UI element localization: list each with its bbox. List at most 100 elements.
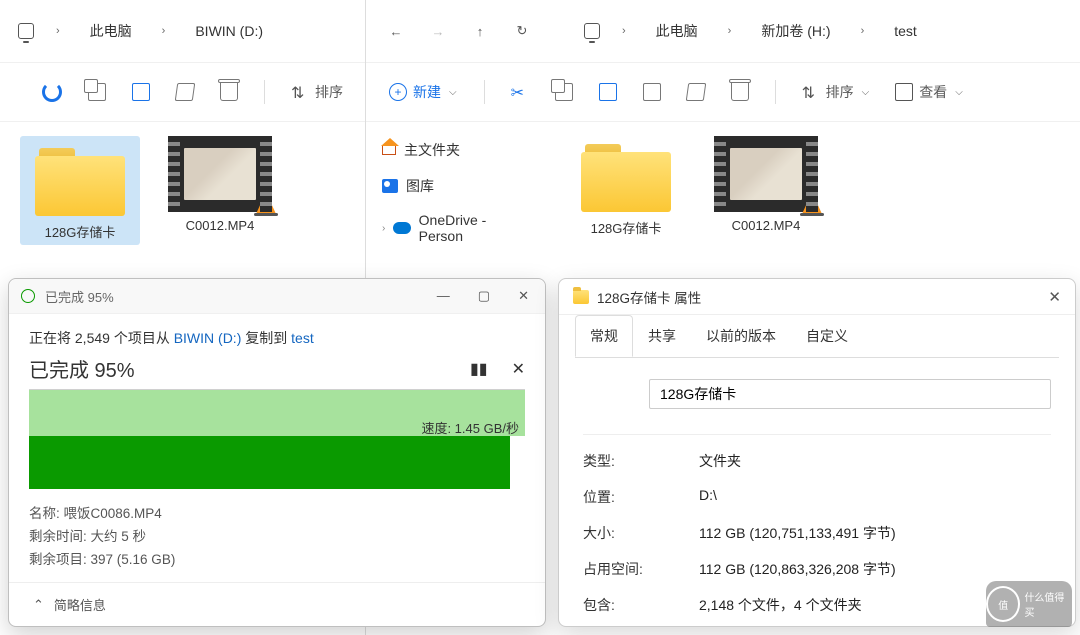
folder-item[interactable]: 128G存储卡 bbox=[20, 136, 140, 245]
back-button[interactable]: ← bbox=[384, 19, 408, 43]
file-pane: 主文件夹 图库 ›OneDrive - Person 128G存储卡 C0012… bbox=[366, 122, 1080, 262]
close-button[interactable]: ✕ bbox=[518, 288, 529, 304]
chevron-right-icon: › bbox=[857, 25, 869, 37]
details-toggle[interactable]: ⌃ 简略信息 bbox=[9, 582, 545, 626]
properties-dialog: 128G存储卡 属性 ✕ 常规 共享 以前的版本 自定义 类型:文件夹 位置:D… bbox=[558, 278, 1076, 627]
folder-icon bbox=[581, 136, 671, 212]
folder-name-input[interactable] bbox=[649, 379, 1051, 409]
value-ondisk: 112 GB (120,863,326,208 字节) bbox=[699, 559, 896, 579]
properties-body: 类型:文件夹 位置:D:\ 大小:112 GB (120,751,133,491… bbox=[575, 357, 1059, 623]
label-size: 大小: bbox=[583, 523, 699, 543]
view-button[interactable]: 查看⌵ bbox=[895, 82, 963, 102]
folder-icon bbox=[35, 140, 125, 216]
tab-general[interactable]: 常规 bbox=[575, 315, 633, 357]
breadcrumb-bar: › 此电脑 › BIWIN (D:) bbox=[0, 0, 365, 62]
sort-button[interactable]: 排序 bbox=[291, 82, 343, 102]
label-location: 位置: bbox=[583, 487, 699, 507]
dialog-titlebar[interactable]: 已完成 95% — ▢ ✕ bbox=[9, 279, 545, 314]
up-button[interactable]: ↑ bbox=[468, 19, 492, 43]
tab-bar: 常规 共享 以前的版本 自定义 bbox=[559, 315, 1075, 357]
minimize-button[interactable]: — bbox=[437, 288, 450, 304]
percent-complete: 已完成 95% bbox=[29, 354, 135, 383]
dest-link[interactable]: test bbox=[291, 330, 314, 346]
chevron-right-icon: › bbox=[52, 25, 64, 37]
nav-gallery[interactable]: 图库 bbox=[370, 168, 542, 204]
share-icon[interactable] bbox=[175, 83, 196, 101]
delete-icon[interactable] bbox=[220, 83, 238, 101]
dialog-title: 已完成 95% bbox=[45, 287, 114, 306]
breadcrumb-volume[interactable]: 新加卷 (H:) bbox=[753, 17, 838, 45]
forward-button[interactable]: → bbox=[426, 19, 450, 43]
value-contains: 2,148 个文件，4 个文件夹 bbox=[699, 595, 862, 615]
paste-icon[interactable] bbox=[599, 83, 617, 101]
separator bbox=[484, 80, 485, 104]
file-grid: 128G存储卡 C0012.MP4 bbox=[0, 122, 365, 259]
toolbar: 排序 bbox=[0, 62, 365, 122]
dialog-title: 128G存储卡 属性 bbox=[597, 287, 701, 307]
close-button[interactable]: ✕ bbox=[1048, 288, 1061, 306]
breadcrumb-dir[interactable]: test bbox=[886, 19, 925, 43]
tab-previous[interactable]: 以前的版本 bbox=[691, 315, 791, 357]
share-icon[interactable] bbox=[685, 83, 706, 101]
value-size: 112 GB (120,751,133,491 字节) bbox=[699, 523, 896, 543]
breadcrumb-pc[interactable]: 此电脑 bbox=[82, 17, 140, 45]
paste-icon[interactable] bbox=[132, 83, 150, 101]
folder-item[interactable]: 128G存储卡 bbox=[566, 136, 686, 237]
new-button[interactable]: +新建⌵ bbox=[388, 81, 458, 103]
copy-details: 名称: 喂饭C0086.MP4 剩余时间: 大约 5 秒 剩余项目: 397 (… bbox=[29, 489, 525, 572]
file-grid: 128G存储卡 C0012.MP4 bbox=[546, 122, 846, 262]
speed-graph: 速度: 1.45 GB/秒 bbox=[29, 389, 525, 489]
file-label: C0012.MP4 bbox=[732, 218, 801, 233]
nav-onedrive[interactable]: ›OneDrive - Person bbox=[370, 204, 542, 252]
separator bbox=[264, 80, 265, 104]
pc-icon[interactable] bbox=[584, 23, 600, 39]
progress-icon bbox=[21, 289, 35, 303]
value-location: D:\ bbox=[699, 487, 717, 507]
watermark: 值 什么值得买 bbox=[986, 581, 1072, 627]
chevron-right-icon: › bbox=[158, 25, 170, 37]
toolbar: +新建⌵ 排序⌵ 查看⌵ bbox=[366, 62, 1080, 122]
label-ondisk: 占用空间: bbox=[583, 559, 699, 579]
label-contains: 包含: bbox=[583, 595, 699, 615]
nav-home[interactable]: 主文件夹 bbox=[370, 132, 542, 168]
file-label: 128G存储卡 bbox=[45, 222, 116, 241]
chevron-right-icon: › bbox=[724, 25, 736, 37]
label-type: 类型: bbox=[583, 451, 699, 471]
speed-label: 速度: 1.45 GB/秒 bbox=[421, 418, 519, 437]
cut-icon[interactable] bbox=[511, 83, 529, 101]
source-link[interactable]: BIWIN (D:) bbox=[174, 330, 242, 346]
delete-icon[interactable] bbox=[731, 83, 749, 101]
video-item[interactable]: C0012.MP4 bbox=[160, 136, 280, 233]
copy-icon[interactable] bbox=[555, 83, 573, 101]
nav-bar: ← → ↑ ↻ › 此电脑 › 新加卷 (H:) › test bbox=[366, 0, 1080, 62]
copy-icon[interactable] bbox=[88, 83, 106, 101]
breadcrumb-drive[interactable]: BIWIN (D:) bbox=[187, 19, 271, 43]
gallery-icon bbox=[382, 179, 398, 193]
chevron-right-icon: › bbox=[618, 25, 630, 37]
folder-icon bbox=[573, 290, 589, 304]
refresh-button[interactable]: ↻ bbox=[510, 19, 534, 43]
cancel-button[interactable]: ✕ bbox=[512, 359, 525, 379]
pause-button[interactable]: ▮▮ bbox=[470, 359, 488, 379]
pc-icon[interactable] bbox=[18, 23, 34, 39]
folder-icon bbox=[583, 376, 627, 412]
video-icon bbox=[168, 136, 272, 212]
sort-button[interactable]: 排序⌵ bbox=[802, 82, 870, 102]
breadcrumb-pc[interactable]: 此电脑 bbox=[648, 17, 706, 45]
copy-description: 正在将 2,549 个项目从 BIWIN (D:) 复制到 test bbox=[29, 328, 525, 348]
rename-icon[interactable] bbox=[643, 83, 661, 101]
tab-custom[interactable]: 自定义 bbox=[791, 315, 863, 357]
home-icon bbox=[382, 145, 396, 155]
separator bbox=[775, 80, 776, 104]
value-type: 文件夹 bbox=[699, 451, 741, 471]
tab-share[interactable]: 共享 bbox=[633, 315, 691, 357]
dialog-titlebar[interactable]: 128G存储卡 属性 ✕ bbox=[559, 279, 1075, 315]
file-label: C0012.MP4 bbox=[186, 218, 255, 233]
onedrive-icon bbox=[393, 222, 410, 234]
video-item[interactable]: C0012.MP4 bbox=[706, 136, 826, 233]
maximize-button[interactable]: ▢ bbox=[478, 288, 490, 304]
chevron-up-icon: ⌃ bbox=[33, 597, 44, 613]
loading-icon bbox=[42, 82, 62, 102]
file-label: 128G存储卡 bbox=[591, 218, 662, 237]
video-icon bbox=[714, 136, 818, 212]
